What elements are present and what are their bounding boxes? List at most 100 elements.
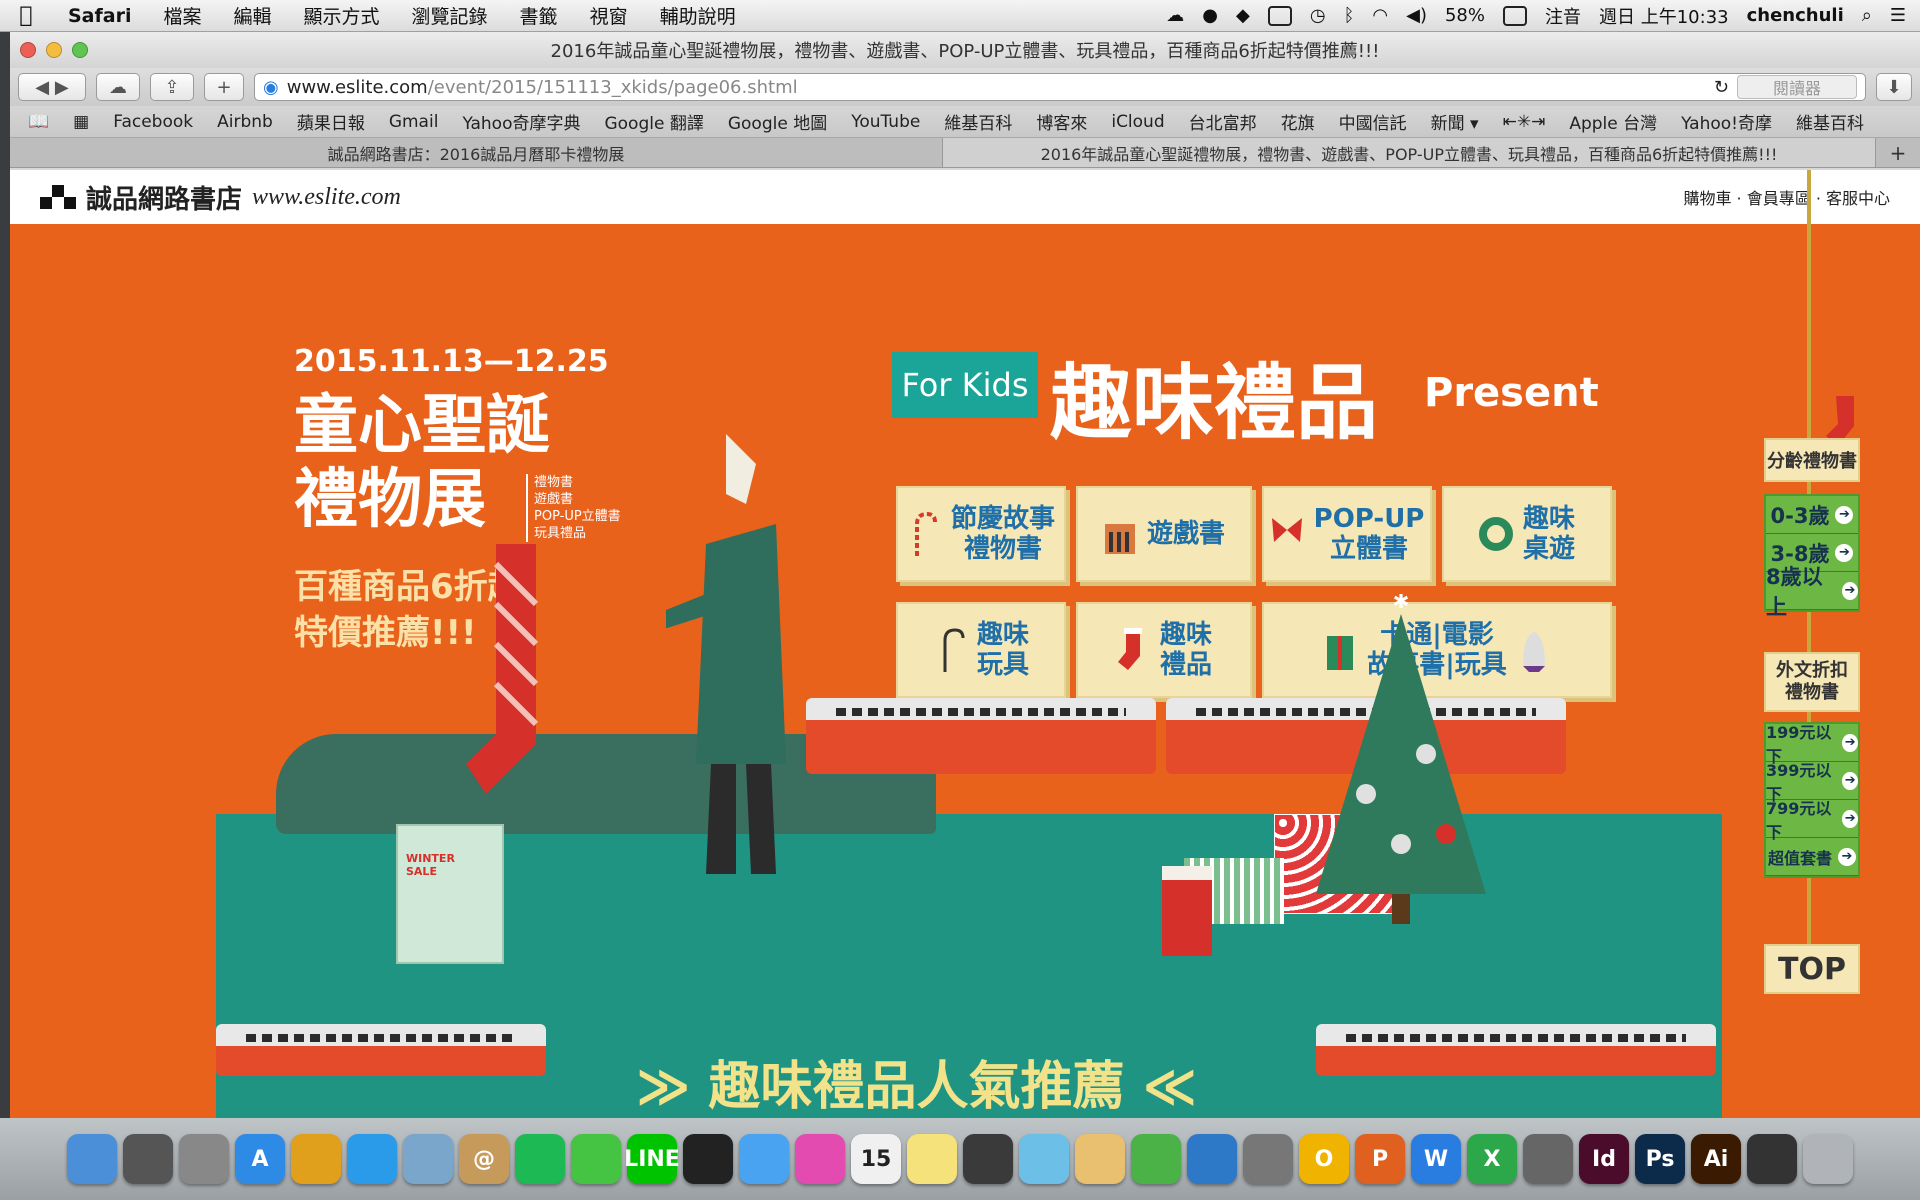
new-tab-button[interactable]: +	[204, 73, 244, 101]
dock-app-icon[interactable]	[907, 1134, 957, 1184]
spotlight-icon[interactable]: ⌕	[1862, 5, 1872, 26]
bookmark-item[interactable]: 博客來	[1024, 109, 1099, 134]
dock-app-icon[interactable]	[1747, 1134, 1797, 1184]
close-window-button[interactable]	[20, 42, 36, 58]
downloads-icon[interactable]: ⬇	[1876, 73, 1912, 101]
menu-app-name[interactable]: Safari	[52, 5, 147, 27]
dock-app-icon[interactable]	[963, 1134, 1013, 1184]
minimize-window-button[interactable]	[46, 42, 62, 58]
dock-app-icon[interactable]	[571, 1134, 621, 1184]
bookmark-item[interactable]: Apple 台灣	[1557, 109, 1669, 134]
dock-app-icon[interactable]: 15	[851, 1134, 901, 1184]
line-tray-icon[interactable]: ●	[1202, 5, 1218, 26]
foreign-books-heading[interactable]: 外文折扣禮物書	[1764, 652, 1860, 712]
menu-view[interactable]: 顯示方式	[288, 2, 396, 29]
bluetooth-icon[interactable]: ᛒ	[1344, 5, 1355, 26]
wifi-icon[interactable]: ◠	[1372, 5, 1388, 26]
bookmark-item[interactable]: 維基百科	[932, 109, 1024, 134]
dock-app-icon[interactable]	[123, 1134, 173, 1184]
category-popup-books[interactable]: POP-UP 立體書	[1262, 486, 1432, 582]
time-machine-icon[interactable]: ◷	[1310, 5, 1326, 26]
dock-app-icon[interactable]: P	[1355, 1134, 1405, 1184]
bookmark-item[interactable]: 中國信託	[1327, 109, 1419, 134]
menu-file[interactable]: 檔案	[147, 2, 217, 29]
reading-list-icon[interactable]: 📖	[16, 112, 61, 132]
dock-app-icon[interactable]	[1187, 1134, 1237, 1184]
icloud-tray-icon[interactable]	[1267, 5, 1292, 26]
dock-app-icon[interactable]	[347, 1134, 397, 1184]
menu-history[interactable]: 瀏覽記錄	[396, 2, 504, 29]
bookmark-item[interactable]: YouTube	[839, 112, 932, 132]
reload-icon[interactable]: ↻	[1714, 77, 1729, 98]
top-sites-icon[interactable]: ▦	[61, 112, 101, 132]
dock-app-icon[interactable]: Ps	[1635, 1134, 1685, 1184]
category-game-books[interactable]: 遊戲書	[1076, 486, 1252, 582]
address-bar[interactable]: ◉ www.eslite.com/event/2015/151113_xkids…	[254, 73, 1866, 101]
input-method[interactable]: 注音	[1545, 3, 1581, 29]
bookmark-item[interactable]: 維基百科	[1784, 109, 1876, 134]
dock-app-icon[interactable]: W	[1411, 1134, 1461, 1184]
category-gifts[interactable]: 趣味 禮品	[1076, 602, 1252, 698]
dock-app-icon[interactable]: A	[235, 1134, 285, 1184]
bookmark-item[interactable]: Google 地圖	[716, 109, 839, 134]
dock-app-icon[interactable]	[683, 1134, 733, 1184]
bookmark-item[interactable]: 台北富邦	[1177, 109, 1269, 134]
tab-eslite-calendar[interactable]: 誠品網路書店：2016誠品月曆耶卡禮物展	[10, 138, 943, 167]
dropbox-icon[interactable]: ◆	[1236, 5, 1250, 26]
battery-percent[interactable]: 58%	[1445, 5, 1485, 26]
bookmark-item[interactable]: Airbnb	[205, 112, 285, 132]
dock-app-icon[interactable]: O	[1299, 1134, 1349, 1184]
dock-app-icon[interactable]	[67, 1134, 117, 1184]
clock[interactable]: 週日 上午10:33	[1599, 3, 1729, 29]
site-logo[interactable]: 誠品網路書店 www.eslite.com	[40, 179, 401, 216]
menu-bookmarks[interactable]: 書籤	[504, 2, 574, 29]
dock-app-icon[interactable]: Ai	[1691, 1134, 1741, 1184]
menu-edit[interactable]: 編輯	[218, 2, 288, 29]
dock-app-icon[interactable]	[1803, 1134, 1853, 1184]
notification-center-icon[interactable]: ☰	[1890, 5, 1906, 26]
bookmark-item[interactable]: ⇤✳⇥	[1491, 112, 1558, 132]
menu-help[interactable]: 輔助說明	[644, 2, 752, 29]
dock-app-icon[interactable]	[739, 1134, 789, 1184]
bookmark-item[interactable]: Yahoo奇摩字典	[450, 109, 592, 134]
value-set-link[interactable]: 超值套書 ➔	[1766, 838, 1858, 876]
bookmark-item[interactable]: iCloud	[1099, 112, 1176, 132]
dock-app-icon[interactable]: X	[1467, 1134, 1517, 1184]
dock-app-icon[interactable]	[1243, 1134, 1293, 1184]
dock-app-icon[interactable]	[1131, 1134, 1181, 1184]
age-8-plus-link[interactable]: 8歲以上 ➔	[1766, 565, 1858, 619]
add-tab-button[interactable]: +	[1876, 138, 1920, 167]
dock-app-icon[interactable]: LINE	[624, 1134, 680, 1184]
apple-menu-icon[interactable]: 	[0, 3, 52, 28]
user-name[interactable]: chenchuli	[1747, 5, 1844, 26]
dock-app-icon[interactable]	[291, 1134, 341, 1184]
dock-app-icon[interactable]	[179, 1134, 229, 1184]
category-toys[interactable]: 趣味 玩具	[896, 602, 1066, 698]
dock-app-icon[interactable]: @	[459, 1134, 509, 1184]
back-forward-buttons[interactable]: ◀ ▶	[18, 73, 86, 101]
popular-gifts-banner[interactable]: ≫ 趣味禮品人氣推薦 ≪	[636, 1044, 1197, 1118]
price-799-link[interactable]: 799元以下 ➔	[1766, 799, 1858, 842]
dock-app-icon[interactable]	[795, 1134, 845, 1184]
bookmark-item[interactable]: 新聞 ▾	[1419, 109, 1491, 134]
bookmark-item[interactable]: Yahoo!奇摩	[1669, 109, 1784, 134]
bookmark-item[interactable]: Facebook	[101, 112, 205, 132]
dock-app-icon[interactable]	[403, 1134, 453, 1184]
battery-icon[interactable]	[1503, 5, 1527, 26]
zoom-window-button[interactable]	[72, 42, 88, 58]
dock-app-icon[interactable]: Id	[1579, 1134, 1629, 1184]
reader-button[interactable]: 閱讀器	[1737, 75, 1857, 99]
category-holiday-books[interactable]: 節慶故事 禮物書	[896, 486, 1066, 582]
volume-icon[interactable]: ◀)	[1406, 5, 1427, 26]
bookmark-item[interactable]: Gmail	[377, 112, 451, 132]
dock-app-icon[interactable]	[515, 1134, 565, 1184]
icloud-tabs-icon[interactable]: ☁	[96, 73, 140, 101]
creative-cloud-icon[interactable]: ☁	[1166, 5, 1184, 26]
age-books-heading[interactable]: 分齡禮物書	[1764, 438, 1860, 482]
dock-app-icon[interactable]	[1019, 1134, 1069, 1184]
dock-app-icon[interactable]	[1523, 1134, 1573, 1184]
back-to-top-button[interactable]: TOP	[1764, 944, 1860, 994]
share-icon[interactable]: ⇪	[150, 73, 194, 101]
bookmark-item[interactable]: 蘋果日報	[285, 109, 377, 134]
category-board-games[interactable]: 趣味 桌遊	[1442, 486, 1612, 582]
